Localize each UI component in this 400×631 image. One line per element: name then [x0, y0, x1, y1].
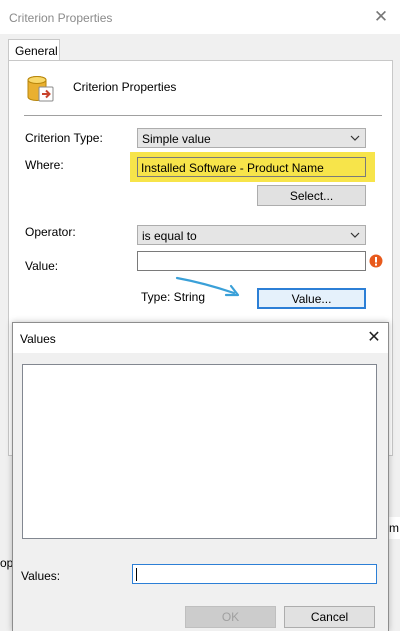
- header-separator: [24, 115, 382, 117]
- where-field: Installed Software - Product Name: [137, 157, 366, 177]
- value-label: Value:: [25, 259, 59, 273]
- tab-general-label: General: [15, 44, 58, 58]
- value-input[interactable]: [137, 251, 366, 271]
- criterion-type-value: Simple value: [142, 132, 211, 146]
- database-criterion-icon: [27, 76, 54, 102]
- error-icon: [369, 254, 383, 268]
- values-input[interactable]: [132, 564, 377, 584]
- chevron-down-icon: [350, 135, 360, 141]
- value-button[interactable]: Value...: [257, 288, 366, 309]
- partial-text-right: m: [389, 521, 399, 535]
- criterion-dialog-title: Criterion Properties: [9, 11, 113, 25]
- type-label: Type: String: [141, 290, 206, 304]
- criterion-title-bar: Criterion Properties ✕: [0, 0, 400, 34]
- value-button-label: Value...: [291, 292, 332, 306]
- tab-general[interactable]: General: [8, 39, 60, 62]
- chevron-down-icon: [350, 232, 360, 238]
- close-icon[interactable]: ✕: [370, 6, 392, 28]
- operator-label: Operator:: [25, 225, 76, 239]
- cancel-button-label: Cancel: [310, 610, 349, 624]
- criterion-header-title: Criterion Properties: [73, 80, 177, 94]
- values-dialog: Values ✕ Values: OK Cancel: [12, 322, 389, 631]
- operator-dropdown[interactable]: is equal to: [137, 225, 366, 245]
- values-list[interactable]: [22, 364, 377, 539]
- operator-value: is equal to: [142, 229, 197, 243]
- criterion-type-dropdown[interactable]: Simple value: [137, 128, 366, 148]
- select-button[interactable]: Select...: [257, 185, 366, 206]
- criterion-type-label: Criterion Type:: [25, 131, 103, 145]
- ok-button-label: OK: [221, 610, 240, 624]
- select-button-label: Select...: [289, 189, 334, 203]
- text-caret: [136, 568, 137, 581]
- values-label: Values:: [21, 569, 61, 583]
- where-value: Installed Software - Product Name: [141, 161, 324, 175]
- ok-button[interactable]: OK: [185, 606, 276, 628]
- cancel-button[interactable]: Cancel: [284, 606, 375, 628]
- where-label: Where:: [25, 158, 64, 172]
- values-title-bar: Values ✕: [13, 323, 388, 353]
- close-icon[interactable]: ✕: [363, 327, 385, 349]
- values-dialog-title: Values: [20, 332, 56, 346]
